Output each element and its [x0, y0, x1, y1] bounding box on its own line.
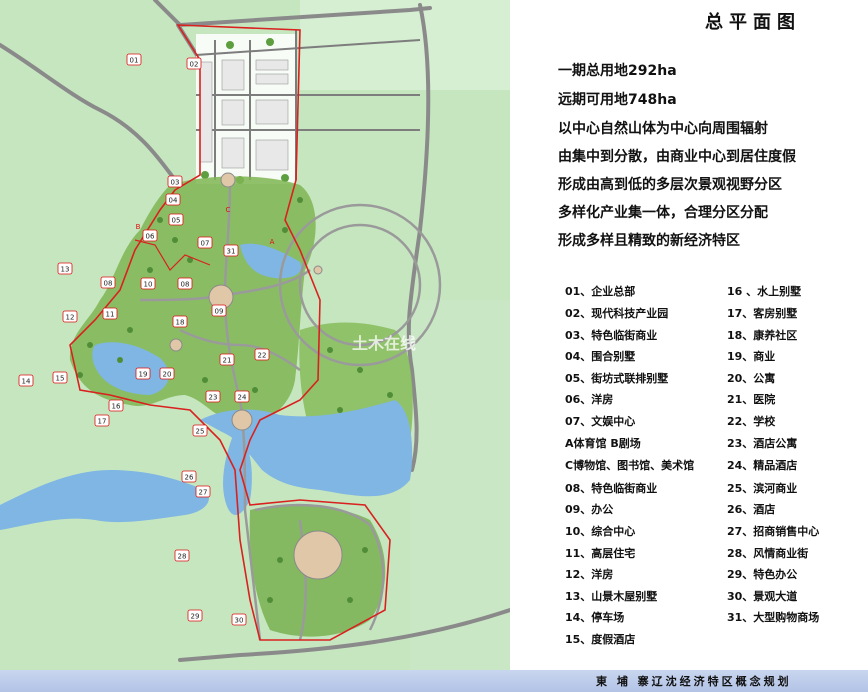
legend-item: 02、现代科技产业园 — [565, 307, 669, 320]
legend-item: 21、医院 — [727, 393, 776, 406]
legend-item: 11、高层住宅 — [565, 547, 636, 560]
legend-item: 28、风情商业街 — [727, 547, 809, 560]
legend-item: 27、招商销售中心 — [727, 525, 820, 538]
zone-label: 12 — [66, 314, 75, 322]
zone-label: 03 — [171, 179, 180, 187]
footer-title: 東 埔 寨辽沈经济特区概念规划 — [596, 675, 792, 688]
legend-item: 10、综合中心 — [565, 525, 636, 538]
zone-label: 31 — [227, 248, 236, 256]
description-line: 形成由高到低的多层次景观视野分区 — [558, 177, 782, 193]
legend-item: 03、特色临街商业 — [565, 329, 658, 342]
legend-item: A体育馆 B剧场 — [565, 437, 641, 450]
zone-label: 08 — [181, 281, 190, 289]
zone-label: 08 — [104, 280, 113, 288]
zone-label: 11 — [106, 311, 115, 319]
legend-item: 05、街坊式联排别墅 — [565, 372, 669, 385]
zone-label: 01 — [130, 57, 139, 65]
zone-label: 17 — [98, 418, 107, 426]
zone-label: 07 — [201, 240, 210, 248]
legend-item: 25、滨河商业 — [727, 482, 798, 495]
marker-b: B — [136, 223, 141, 231]
zone-label: 21 — [223, 357, 232, 365]
zone-label: 15 — [56, 375, 65, 383]
zone-label: 19 — [139, 371, 148, 379]
site-plan-drawing: 01 02 03 04 05 06 07 08 08 09 10 11 12 13 14 15 16 17 18 19… — [0, 0, 512, 670]
legend-item: 30、景观大道 — [727, 590, 798, 603]
zone-label: 18 — [176, 319, 185, 327]
zone-label: 25 — [196, 428, 205, 436]
zone-label: 24 — [238, 394, 247, 402]
zone-label: 02 — [190, 61, 199, 69]
zone-label: 04 — [169, 197, 178, 205]
zone-label: 29 — [191, 613, 200, 621]
legend-item: 14、停车场 — [565, 611, 625, 624]
footer-bar: 東 埔 寨辽沈经济特区概念规划 — [0, 670, 868, 692]
legend-item: 01、企业总部 — [565, 285, 636, 298]
zone-label: 06 — [146, 233, 155, 241]
legend-item: 06、洋房 — [565, 393, 614, 406]
description-line: 由集中到分散，由商业中心到居住度假 — [558, 149, 796, 165]
description-line: 远期可用地748ha — [558, 92, 677, 108]
zone-label: 26 — [185, 474, 194, 482]
legend-item: 22、学校 — [727, 415, 776, 428]
description-line: 以中心自然山体为中心向周围辐射 — [558, 121, 768, 137]
zone-label: 20 — [163, 371, 172, 379]
description-line: 一期总用地292ha — [558, 63, 677, 79]
zone-label: 10 — [144, 281, 153, 289]
legend-item: 07、文娱中心 — [565, 415, 636, 428]
zone-label: 27 — [199, 489, 208, 497]
legend-item: 24、精品酒店 — [727, 459, 798, 472]
legend-item: 16 、水上别墅 — [727, 285, 802, 298]
legend-item: 29、特色办公 — [727, 568, 798, 581]
legend-item: 18、康养社区 — [727, 329, 798, 342]
legend-item: 17、客房别墅 — [727, 307, 798, 320]
site-plan-map: 01 02 03 04 05 06 07 08 08 09 10 11 12 13 14 15 16 17 18 19… — [0, 0, 512, 670]
legend-item: 15、度假酒店 — [565, 633, 636, 646]
legend-item: 04、围合别墅 — [565, 350, 636, 363]
legend-item: 23、酒店公寓 — [727, 437, 798, 450]
legend-item: 13、山景木屋别墅 — [565, 590, 658, 603]
legend-item: 20、公寓 — [727, 372, 776, 385]
legend-item: 26、酒店 — [727, 503, 776, 516]
legend-item: 08、特色临街商业 — [565, 482, 658, 495]
zone-label: 09 — [215, 308, 224, 316]
zone-label: 23 — [209, 394, 218, 402]
zone-label: 16 — [112, 403, 121, 411]
legend-item: 31、大型购物商场 — [727, 611, 820, 624]
zone-label: 14 — [22, 378, 31, 386]
legend-panel: 总平面图 一期总用地292ha 远期可用地748ha 以中心自然山体为中心向周围辐射… — [510, 0, 868, 670]
marker-a: A — [270, 238, 275, 246]
legend-item: 12、洋房 — [565, 568, 614, 581]
legend-item: C博物馆、图书馆、美术馆 — [565, 459, 695, 472]
zone-label: 13 — [61, 266, 70, 274]
legend-item: 09、办公 — [565, 503, 614, 516]
legend-item: 19、商业 — [727, 350, 776, 363]
description-line: 多样化产业集一体，合理分区分配 — [558, 205, 768, 221]
watermark: 土木在线 — [352, 334, 417, 353]
zone-label: 05 — [172, 217, 181, 225]
zone-label: 30 — [235, 617, 244, 625]
zone-label: 22 — [258, 352, 267, 360]
marker-c: C — [226, 206, 231, 214]
map-title: 总平面图 — [705, 12, 801, 33]
zone-label: 28 — [178, 553, 187, 561]
description-line: 形成多样且精致的新经济特区 — [558, 233, 740, 249]
